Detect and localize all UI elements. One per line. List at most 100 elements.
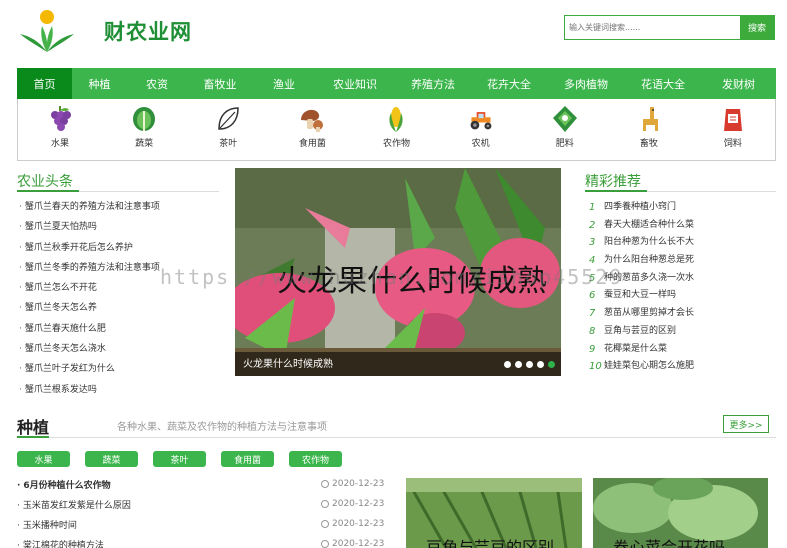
item-text: 花椰菜是什么菜 xyxy=(604,343,668,354)
recommend-title: 精彩推荐 xyxy=(585,174,641,190)
article-title[interactable]: 6月份种植什么农作物 xyxy=(17,478,321,491)
category-tea[interactable]: 茶叶 xyxy=(186,99,270,160)
search-input[interactable] xyxy=(565,16,740,39)
list-item[interactable]: 2 春天大棚适合种什么菜 xyxy=(585,217,776,235)
tag-crops[interactable]: 农作物 xyxy=(289,451,342,467)
slider-dot[interactable] xyxy=(504,361,511,368)
list-item[interactable]: 蟹爪兰怎么不开花 xyxy=(17,278,219,298)
category-machinery[interactable]: 农机 xyxy=(439,99,523,160)
list-item[interactable]: 蟹爪兰春天施什么肥 xyxy=(17,319,219,339)
banner-slider[interactable]: 火龙果什么时候成熟 火龙果什么时候成熟 xyxy=(235,168,561,376)
tag-mushroom[interactable]: 食用菌 xyxy=(221,451,274,467)
nav-item-fishery[interactable]: 渔业 xyxy=(253,68,315,99)
date-text: 2020-12-23 xyxy=(332,499,385,509)
category-label: 饲料 xyxy=(723,139,742,149)
planting-description: 各种水果、蔬菜及农作物的种植方法与注意事项 xyxy=(117,422,327,433)
list-item[interactable]: 蟹爪兰冬季的养殖方法和注意事项 xyxy=(17,258,219,278)
category-label: 农作物 xyxy=(382,139,410,149)
item-text: 蚕豆和大豆一样吗 xyxy=(604,290,677,301)
list-item[interactable]: 6月份种植什么农作物 2020-12-23 xyxy=(17,474,387,494)
nav-item-agri-knowledge[interactable]: 农业知识 xyxy=(315,68,395,99)
category-feed[interactable]: 饲料 xyxy=(691,99,775,160)
nav-item-agri-supplies[interactable]: 农资 xyxy=(127,68,187,99)
category-mushroom[interactable]: 食用菌 xyxy=(270,99,354,160)
banner-caption[interactable]: 火龙果什么时候成熟 xyxy=(243,355,333,370)
date-text: 2020-12-23 xyxy=(332,519,385,529)
rank-number: 1 xyxy=(589,202,596,213)
planting-article-list: 6月份种植什么农作物 2020-12-23 玉米苗发红发紫是什么原因 2020-… xyxy=(17,474,387,548)
category-label: 农机 xyxy=(471,139,490,149)
nav-item-money-tree[interactable]: 发财树 xyxy=(701,68,776,99)
list-item[interactable]: 棠江棉花的种植方法 2020-12-23 xyxy=(17,534,387,548)
nav-item-livestock[interactable]: 畜牧业 xyxy=(187,68,253,99)
grape-icon xyxy=(51,106,72,131)
category-livestock[interactable]: 畜牧 xyxy=(607,99,691,160)
list-item[interactable]: 蟹爪兰叶子发红为什么 xyxy=(17,359,219,379)
list-item[interactable]: 4 为什么阳台种葱总是死 xyxy=(585,252,776,270)
nav-item-breeding-methods[interactable]: 养殖方法 xyxy=(395,68,471,99)
slider-dot-active[interactable] xyxy=(548,361,555,368)
nav-item-home[interactable]: 首页 xyxy=(17,68,72,99)
list-item[interactable]: 蟹爪兰冬天怎么浇水 xyxy=(17,339,219,359)
headlines-section: 农业头条 蟹爪兰春天的养殖方法和注意事项 蟹爪兰夏天怕热吗 蟹爪兰秋季开花后怎么… xyxy=(17,168,219,400)
more-button[interactable]: 更多>> xyxy=(723,415,769,433)
list-item[interactable]: 5 种的葱苗多久浇一次水 xyxy=(585,270,776,288)
search-button[interactable]: 搜索 xyxy=(740,16,774,39)
category-fertilizer[interactable]: 肥料 xyxy=(523,99,607,160)
article-title[interactable]: 棠江棉花的种植方法 xyxy=(17,538,321,548)
article-title[interactable]: 玉米苗发红发紫是什么原因 xyxy=(17,498,321,511)
list-item[interactable]: 蟹爪兰夏天怕热吗 xyxy=(17,217,219,237)
list-item[interactable]: 7 葱苗从哪里剪掉才会长 xyxy=(585,305,776,323)
list-item[interactable]: 蟹爪兰冬天怎么养 xyxy=(17,298,219,318)
list-item[interactable]: 1 四季養种植小窍门 xyxy=(585,199,776,217)
site-name[interactable]: 财农业网 xyxy=(104,16,192,46)
headlines-title: 农业头条 xyxy=(17,174,73,190)
list-item[interactable]: 8 豆角与芸豆的区别 xyxy=(585,323,776,341)
list-item[interactable]: 6 蚕豆和大豆一样吗 xyxy=(585,287,776,305)
main-nav: 首页 种植 农资 畜牧业 渔业 农业知识 养殖方法 花卉大全 多肉植物 花语大全… xyxy=(17,68,776,99)
site-header: 财农业网 搜索 xyxy=(0,0,787,68)
article-date: 2020-12-23 xyxy=(321,479,387,489)
rank-number: 5 xyxy=(589,272,596,284)
list-item[interactable]: 蟹爪兰春天的养殖方法和注意事项 xyxy=(17,197,219,217)
nav-item-flowers[interactable]: 花卉大全 xyxy=(471,68,547,99)
category-fruit[interactable]: 水果 xyxy=(18,99,102,160)
slider-dot[interactable] xyxy=(537,361,544,368)
slider-dot[interactable] xyxy=(515,361,522,368)
planting-title: 种植 xyxy=(17,418,50,437)
list-item[interactable]: 蟹爪兰根系发达吗 xyxy=(17,380,219,400)
article-date: 2020-12-23 xyxy=(321,519,387,529)
list-item[interactable]: 3 阳台种葱为什么长不大 xyxy=(585,234,776,252)
clock-icon xyxy=(321,500,329,508)
category-vegetable[interactable]: 蔬菜 xyxy=(102,99,186,160)
planting-header: 种植 各种水果、蔬菜及农作物的种植方法与注意事项 更多>> xyxy=(17,412,776,438)
nav-item-succulents[interactable]: 多肉植物 xyxy=(547,68,625,99)
rank-number: 3 xyxy=(589,237,596,249)
planting-thumb[interactable]: 卷心菜会开花吗 xyxy=(593,478,768,548)
recommend-header: 精彩推荐 xyxy=(585,168,776,192)
planting-thumb[interactable]: 豆角与芸豆的区别 xyxy=(406,478,582,548)
rank-number: 6 xyxy=(589,290,596,302)
nav-item-planting[interactable]: 种植 xyxy=(72,68,127,99)
title-underline xyxy=(17,436,49,438)
list-item[interactable]: 9 花椰菜是什么菜 xyxy=(585,341,776,359)
category-crops[interactable]: 农作物 xyxy=(354,99,438,160)
tag-fruit[interactable]: 水果 xyxy=(17,451,70,467)
corn-icon xyxy=(389,107,404,132)
tea-leaf-icon xyxy=(218,107,240,130)
list-item[interactable]: 10 娃娃菜包心期怎么施肥 xyxy=(585,358,776,376)
list-item[interactable]: 蟹爪兰秋季开花后怎么养护 xyxy=(17,238,219,258)
rank-number: 4 xyxy=(589,255,596,267)
item-text: 春天大棚适合种什么菜 xyxy=(604,219,695,230)
thumb-caption: 卷心菜会开花吗 xyxy=(613,538,726,548)
tag-vegetable[interactable]: 蔬菜 xyxy=(85,451,138,467)
nav-item-flower-language[interactable]: 花语大全 xyxy=(625,68,701,99)
rank-number: 2 xyxy=(589,219,596,231)
list-item[interactable]: 玉米播种时间 2020-12-23 xyxy=(17,514,387,534)
logo-icon[interactable] xyxy=(18,8,76,54)
list-item[interactable]: 玉米苗发红发紫是什么原因 2020-12-23 xyxy=(17,494,387,514)
tag-tea[interactable]: 茶叶 xyxy=(153,451,206,467)
rank-number: 8 xyxy=(589,325,596,337)
slider-dot[interactable] xyxy=(526,361,533,368)
article-title[interactable]: 玉米播种时间 xyxy=(17,518,321,531)
